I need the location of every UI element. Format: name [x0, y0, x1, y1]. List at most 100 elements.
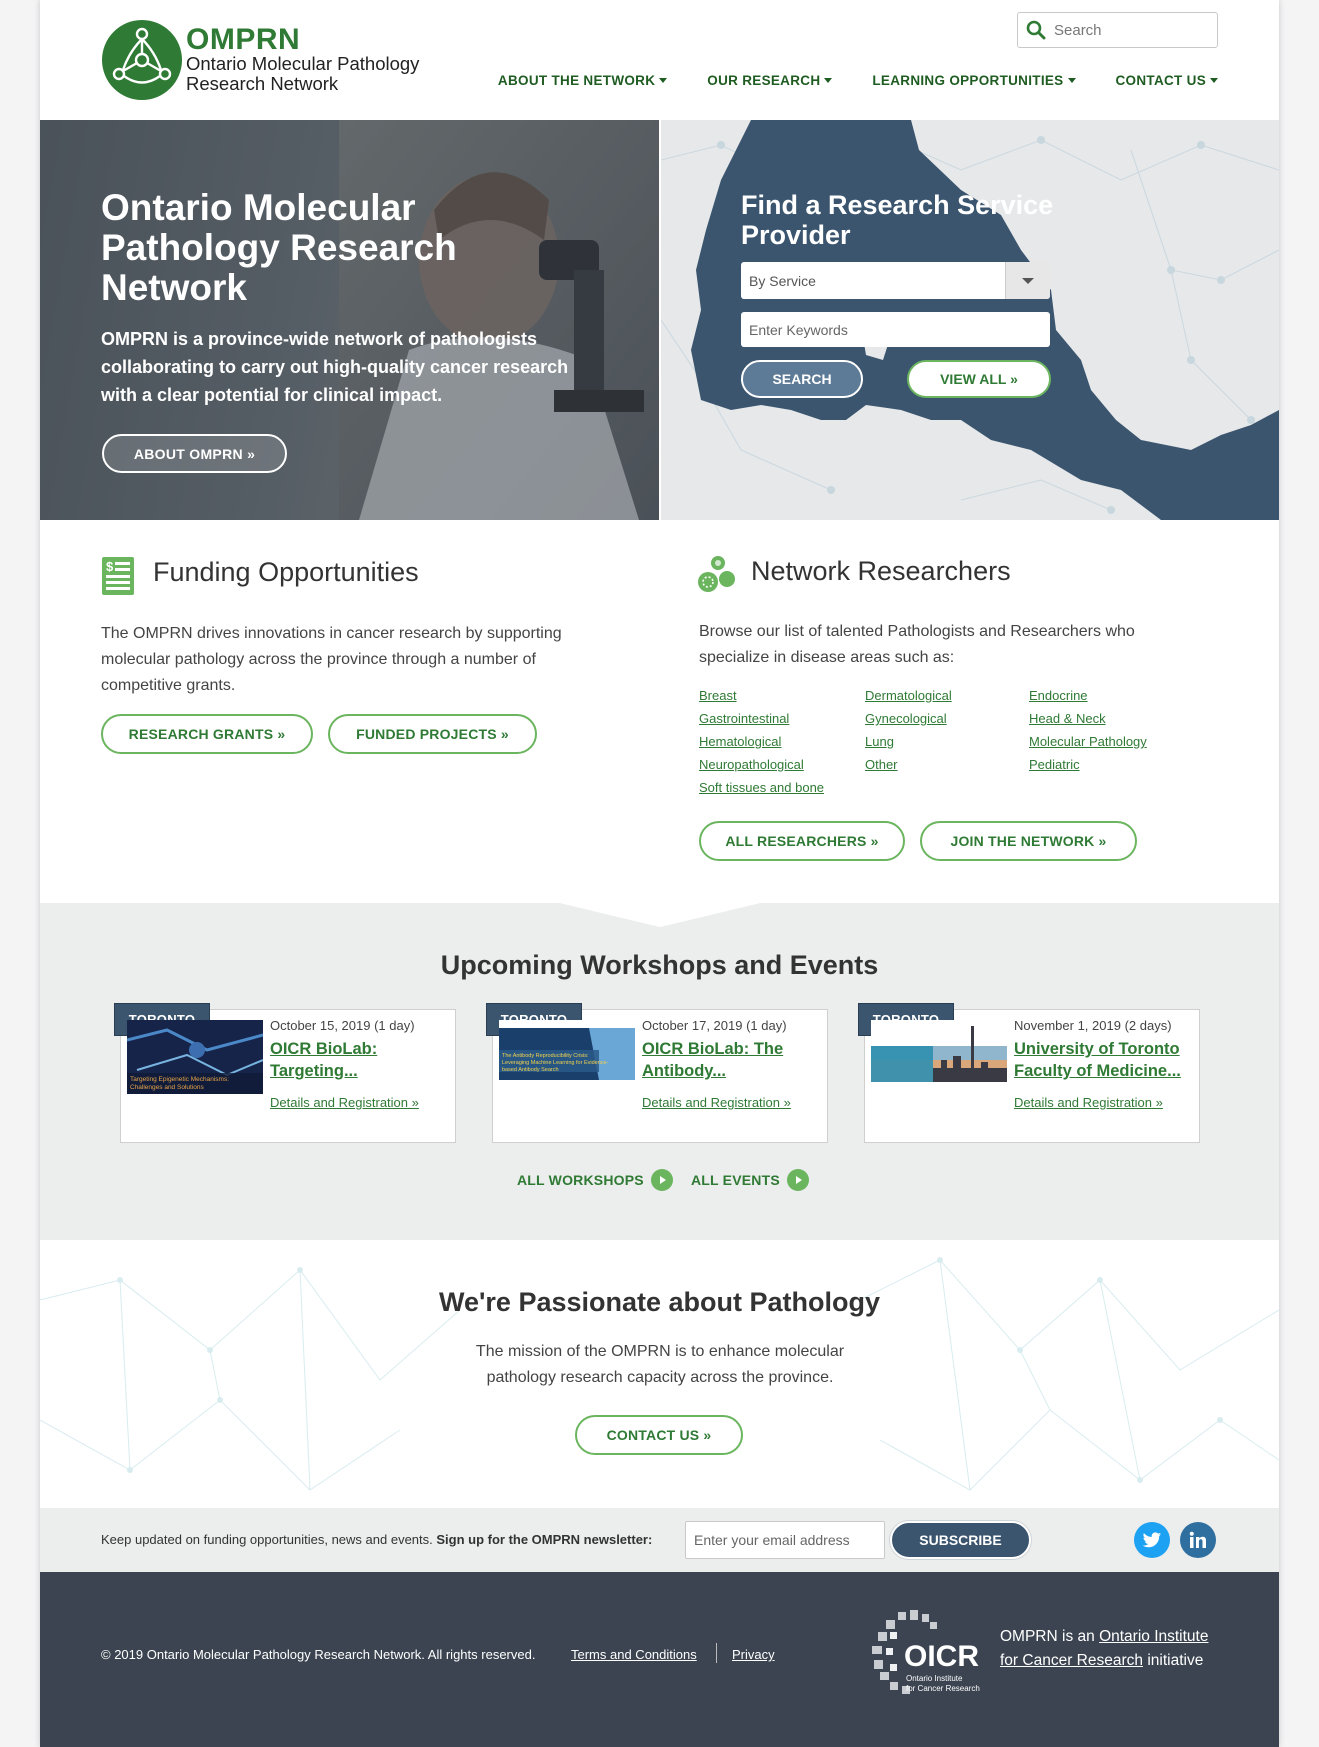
view-all-button[interactable]: VIEW ALL » — [907, 360, 1051, 398]
search-input[interactable]: Search — [1017, 12, 1218, 48]
footer-divider — [716, 1643, 717, 1663]
nav-contact-us[interactable]: CONTACT US — [1116, 73, 1218, 88]
all-workshops-link[interactable]: ALL WORKSHOPS — [517, 1169, 673, 1191]
event-card: TORONTO Targeting Epigenetic Mechanisms:… — [114, 1003, 456, 1143]
page: OMPRN Ontario Molecular Pathology Resear… — [40, 0, 1279, 1747]
site-header: OMPRN Ontario Molecular Pathology Resear… — [40, 0, 1279, 120]
nav-label: ABOUT THE NETWORK — [497, 73, 656, 88]
section-notch — [40, 903, 1279, 927]
event-card: TORONTO November 1, 2019 (2 days) Univer… — [858, 1003, 1200, 1143]
mission-text: The mission of the OMPRN is to enhance m… — [475, 1343, 845, 1386]
all-events-label: ALL EVENTS — [691, 1172, 780, 1188]
hero-banner: Ontario Molecular Pathology Research Net… — [40, 120, 659, 520]
hero-subtitle: OMPRN is a province-wide network of path… — [101, 329, 569, 405]
caret-down-icon — [824, 78, 833, 83]
disease-areas-list: Breast Dermatological Endocrine Gastroin… — [699, 685, 1189, 798]
event-thumbnail[interactable]: The Antibody Reproducibility Crisis: Leve… — [499, 1020, 635, 1094]
area-link-breast[interactable]: Breast — [699, 685, 865, 706]
arrow-right-circle-icon — [786, 1169, 809, 1191]
area-link-endocrine[interactable]: Endocrine — [1029, 685, 1189, 706]
area-link-molecular-pathology[interactable]: Molecular Pathology — [1029, 731, 1189, 752]
area-link-other[interactable]: Other — [865, 754, 1029, 775]
oicr-logo-sub2: for Cancer Research — [906, 1684, 980, 1693]
molecule-icon — [698, 556, 735, 592]
keywords-input[interactable]: Enter Keywords — [741, 312, 1050, 347]
main-nav: ABOUT THE NETWORK OUR RESEARCH LEARNING … — [498, 73, 1218, 88]
nav-our-research[interactable]: OUR RESEARCH — [707, 73, 833, 88]
event-date: November 1, 2019 (2 days) — [1014, 1018, 1172, 1033]
newsletter-email-input[interactable]: Enter your email address — [685, 1521, 885, 1559]
finder-search-button[interactable]: SEARCH — [741, 360, 863, 398]
funded-projects-button[interactable]: FUNDED PROJECTS » — [328, 714, 537, 754]
keywords-placeholder: Enter Keywords — [749, 321, 848, 338]
nav-label: LEARNING OPPORTUNITIES — [872, 73, 1064, 88]
twitter-icon[interactable] — [1134, 1522, 1170, 1558]
event-details-link[interactable]: Details and Registration » — [642, 1095, 791, 1110]
newsletter-text: Keep updated on funding opportunities, n… — [101, 1532, 652, 1547]
event-card: TORONTO The Antibody Reproducibility Cri… — [486, 1003, 828, 1143]
all-workshops-label: ALL WORKSHOPS — [517, 1172, 644, 1188]
caret-down-icon — [1067, 78, 1076, 83]
linkedin-icon[interactable] — [1180, 1522, 1216, 1558]
researchers-text: Browse our list of talented Pathologists… — [699, 623, 1135, 666]
area-link-lung[interactable]: Lung — [865, 731, 1029, 752]
event-title-link[interactable]: OICR BioLab: Targeting... — [270, 1038, 450, 1082]
join-network-button[interactable]: JOIN THE NETWORK » — [920, 821, 1137, 861]
oicr-suffix: initiative — [1143, 1652, 1204, 1669]
caret-down-icon — [1210, 78, 1218, 83]
researchers-title: Network Researchers — [751, 556, 1011, 586]
event-date: October 17, 2019 (1 day) — [642, 1018, 787, 1033]
research-grants-button[interactable]: RESEARCH GRANTS » — [101, 714, 313, 754]
logo-abbr: OMPRN — [186, 23, 301, 56]
oicr-prefix: OMPRN is an — [1000, 1628, 1100, 1645]
all-events-link[interactable]: ALL EVENTS — [691, 1169, 809, 1191]
area-link-head-neck[interactable]: Head & Neck — [1029, 708, 1189, 729]
service-select-value: By Service — [749, 272, 816, 289]
event-details-link[interactable]: Details and Registration » — [1014, 1095, 1163, 1110]
oicr-initiative-text: OMPRN is an Ontario Institute for Cancer… — [1000, 1625, 1220, 1673]
about-omprn-button[interactable]: ABOUT OMPRN » — [102, 434, 287, 473]
area-link-gynecological[interactable]: Gynecological — [865, 708, 1029, 729]
oicr-logo-text: OICR — [904, 1640, 979, 1673]
document-dollar-icon: $ — [102, 557, 134, 595]
funding-title: Funding Opportunities — [153, 557, 419, 587]
contact-us-button[interactable]: CONTACT US » — [575, 1415, 743, 1455]
area-link-pediatric[interactable]: Pediatric — [1029, 754, 1189, 775]
event-details-link[interactable]: Details and Registration » — [270, 1095, 419, 1110]
event-thumbnail[interactable]: Targeting Epigenetic Mechanisms: Challeng… — [127, 1020, 263, 1094]
nav-label: OUR RESEARCH — [707, 73, 821, 88]
event-title-link[interactable]: OICR BioLab: The Antibody... — [642, 1038, 822, 1082]
subscribe-button[interactable]: SUBSCRIBE — [890, 1521, 1031, 1559]
event-title-link[interactable]: University of Toronto Faculty of Medicin… — [1014, 1038, 1194, 1082]
service-select[interactable]: By Service — [741, 262, 1050, 299]
oicr-logo[interactable]: OICR Ontario Institute for Cancer Resear… — [866, 1608, 986, 1700]
area-link-soft-tissues-bone[interactable]: Soft tissues and bone — [699, 777, 865, 798]
all-researchers-button[interactable]: ALL RESEARCHERS » — [699, 821, 905, 861]
area-link-neuropathological[interactable]: Neuropathological — [699, 754, 865, 775]
event-date: October 15, 2019 (1 day) — [270, 1018, 415, 1033]
logo-line-2: Research Network — [186, 73, 339, 94]
event-thumbnail[interactable] — [871, 1020, 1007, 1094]
nav-about-the-network[interactable]: ABOUT THE NETWORK — [497, 73, 668, 88]
terms-link[interactable]: Terms and Conditions — [571, 1647, 697, 1662]
area-link-gastrointestinal[interactable]: Gastrointestinal — [699, 708, 865, 729]
select-arrow — [1005, 262, 1050, 299]
nav-learning-opportunities[interactable]: LEARNING OPPORTUNITIES — [872, 73, 1076, 88]
mission-title: We're Passionate about Pathology — [438, 1287, 881, 1317]
site-logo[interactable]: OMPRN Ontario Molecular Pathology Resear… — [101, 19, 419, 101]
newsletter-intro: Keep updated on funding opportunities, n… — [101, 1532, 437, 1547]
area-link-dermatological[interactable]: Dermatological — [865, 685, 1029, 706]
finder-title: Find a Research Service Provider — [741, 190, 1054, 250]
svg-text:$: $ — [106, 559, 114, 574]
events-title: Upcoming Workshops and Events — [440, 950, 879, 980]
funding-text: The OMPRN drives innovations in cancer r… — [101, 625, 562, 694]
privacy-link[interactable]: Privacy — [732, 1647, 775, 1662]
copyright-text: © 2019 Ontario Molecular Pathology Resea… — [101, 1647, 536, 1662]
area-link-hematological[interactable]: Hematological — [699, 731, 865, 752]
email-placeholder: Enter your email address — [694, 1532, 850, 1548]
chevron-down-icon — [1022, 277, 1034, 284]
caret-down-icon — [659, 78, 668, 83]
research-finder: Find a Research Service Provider By Serv… — [661, 120, 1279, 520]
hero-title: Ontario Molecular Pathology Research Net… — [101, 187, 457, 308]
search-icon — [1026, 20, 1046, 40]
